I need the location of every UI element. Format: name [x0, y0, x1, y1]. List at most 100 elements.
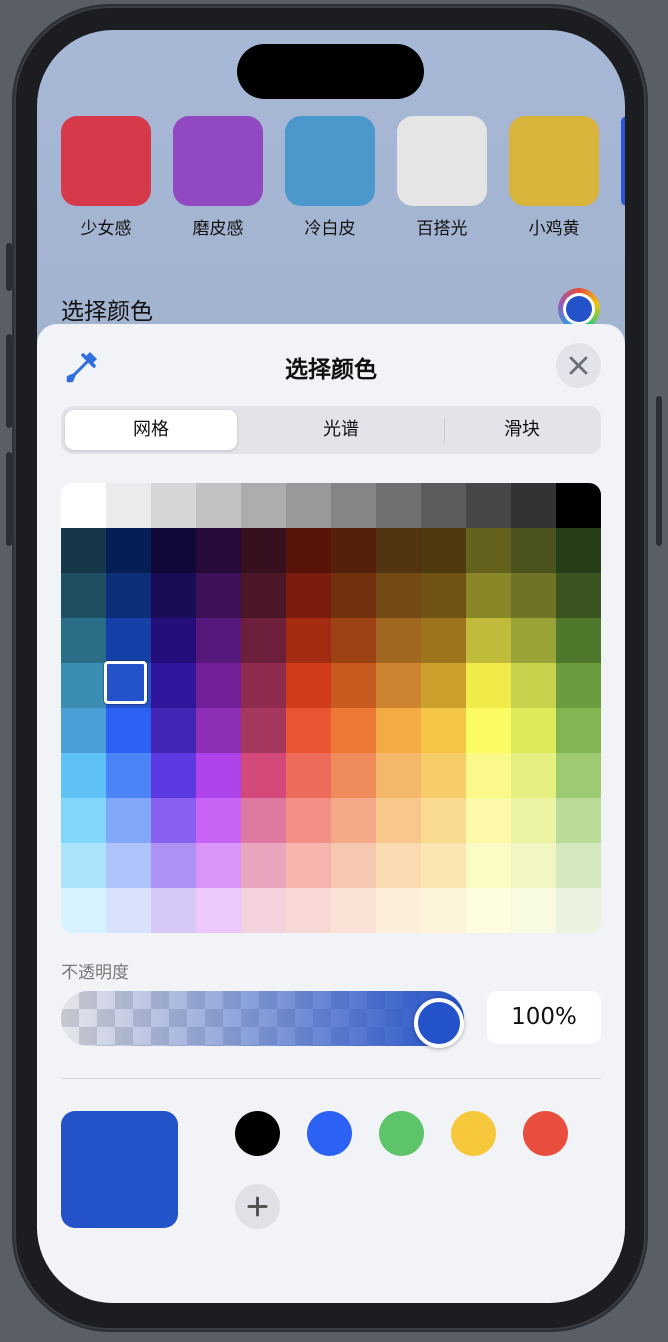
- color-grid-cell[interactable]: [466, 573, 511, 618]
- color-grid-cell[interactable]: [421, 708, 466, 753]
- preset-swatch[interactable]: 小鸡黄: [509, 116, 599, 239]
- color-grid-cell[interactable]: [331, 618, 376, 663]
- color-grid-cell[interactable]: [286, 483, 331, 528]
- color-grid-cell[interactable]: [421, 843, 466, 888]
- color-grid-cell[interactable]: [106, 843, 151, 888]
- power-button[interactable]: [656, 396, 662, 546]
- color-grid-cell[interactable]: [61, 663, 106, 708]
- color-grid-cell[interactable]: [421, 483, 466, 528]
- color-grid-cell[interactable]: [376, 528, 421, 573]
- color-grid-cell[interactable]: [376, 618, 421, 663]
- preset-swatch[interactable]: 百搭光: [397, 116, 487, 239]
- color-grid-cell[interactable]: [466, 708, 511, 753]
- opacity-value-field[interactable]: 100%: [487, 991, 601, 1044]
- color-grid-cell[interactable]: [196, 663, 241, 708]
- color-grid-cell[interactable]: [556, 843, 601, 888]
- color-grid-cell[interactable]: [61, 618, 106, 663]
- close-button[interactable]: [556, 343, 601, 388]
- color-grid-cell[interactable]: [196, 843, 241, 888]
- color-grid-cell[interactable]: [106, 573, 151, 618]
- color-grid-cell[interactable]: [241, 483, 286, 528]
- favorite-swatch[interactable]: [451, 1111, 496, 1156]
- color-grid-cell[interactable]: [151, 528, 196, 573]
- color-grid-cell[interactable]: [331, 888, 376, 933]
- color-grid-cell[interactable]: [376, 573, 421, 618]
- color-grid-cell[interactable]: [241, 888, 286, 933]
- color-grid-cell[interactable]: [421, 798, 466, 843]
- color-grid-cell[interactable]: [466, 618, 511, 663]
- preset-swatch[interactable]: 少女感: [61, 116, 151, 239]
- color-grid-cell[interactable]: [106, 888, 151, 933]
- tab-grid[interactable]: 网格: [65, 410, 237, 450]
- color-grid-cell[interactable]: [556, 528, 601, 573]
- color-grid-cell[interactable]: [376, 888, 421, 933]
- color-grid-cell[interactable]: [556, 798, 601, 843]
- color-grid-cell[interactable]: [61, 753, 106, 798]
- color-grid-cell[interactable]: [331, 843, 376, 888]
- color-grid-cell[interactable]: [511, 798, 556, 843]
- color-grid-cell[interactable]: [421, 753, 466, 798]
- color-grid-cell[interactable]: [61, 708, 106, 753]
- color-grid-cell[interactable]: [556, 708, 601, 753]
- color-grid-cell[interactable]: [196, 798, 241, 843]
- color-grid-cell[interactable]: [286, 753, 331, 798]
- favorite-swatch[interactable]: [523, 1111, 568, 1156]
- color-grid-cell[interactable]: [511, 528, 556, 573]
- favorite-swatch[interactable]: [379, 1111, 424, 1156]
- color-grid-cell[interactable]: [331, 663, 376, 708]
- color-grid-cell[interactable]: [331, 573, 376, 618]
- color-grid-cell[interactable]: [286, 663, 331, 708]
- favorite-swatch[interactable]: [307, 1111, 352, 1156]
- color-grid-cell[interactable]: [151, 483, 196, 528]
- tab-spectrum[interactable]: 光谱: [241, 410, 441, 450]
- color-grid-cell[interactable]: [466, 753, 511, 798]
- color-grid-cell[interactable]: [331, 483, 376, 528]
- color-grid-cell[interactable]: [196, 483, 241, 528]
- color-grid-cell[interactable]: [106, 483, 151, 528]
- color-grid-cell[interactable]: [196, 888, 241, 933]
- opacity-slider-thumb[interactable]: [414, 998, 464, 1048]
- color-grid-cell[interactable]: [511, 483, 556, 528]
- color-grid-cell[interactable]: [286, 843, 331, 888]
- color-grid-cell[interactable]: [241, 708, 286, 753]
- color-grid-cell[interactable]: [556, 663, 601, 708]
- color-grid-cell[interactable]: [331, 798, 376, 843]
- color-grid-cell[interactable]: [376, 753, 421, 798]
- favorite-swatch[interactable]: [235, 1111, 280, 1156]
- color-grid-cell[interactable]: [151, 888, 196, 933]
- color-grid-cell[interactable]: [151, 663, 196, 708]
- color-grid-cell[interactable]: [556, 888, 601, 933]
- action-button[interactable]: [6, 243, 12, 291]
- color-grid-cell[interactable]: [151, 843, 196, 888]
- color-grid-cell[interactable]: [511, 573, 556, 618]
- tab-sliders[interactable]: 滑块: [447, 410, 597, 450]
- color-grid-cell[interactable]: [556, 753, 601, 798]
- color-grid-cell[interactable]: [61, 888, 106, 933]
- color-grid-cell[interactable]: [151, 618, 196, 663]
- color-grid-cell[interactable]: [421, 888, 466, 933]
- color-grid-cell[interactable]: [196, 528, 241, 573]
- color-grid-cell[interactable]: [511, 663, 556, 708]
- color-grid-cell[interactable]: [511, 708, 556, 753]
- color-grid-cell[interactable]: [106, 753, 151, 798]
- color-grid-cell[interactable]: [376, 663, 421, 708]
- color-grid-cell[interactable]: [196, 708, 241, 753]
- preset-swatch-partial[interactable]: [621, 116, 625, 206]
- color-grid-cell[interactable]: [466, 663, 511, 708]
- color-grid-cell[interactable]: [286, 708, 331, 753]
- color-grid-cell[interactable]: [466, 843, 511, 888]
- volume-down-button[interactable]: [6, 452, 12, 546]
- color-grid-cell[interactable]: [61, 843, 106, 888]
- color-grid-cell[interactable]: [241, 843, 286, 888]
- color-grid-cell[interactable]: [196, 753, 241, 798]
- opacity-slider[interactable]: [61, 991, 464, 1046]
- color-grid-cell[interactable]: [106, 708, 151, 753]
- color-grid-cell[interactable]: [151, 573, 196, 618]
- color-grid-cell[interactable]: [106, 798, 151, 843]
- color-grid-cell[interactable]: [61, 528, 106, 573]
- color-grid-cell[interactable]: [421, 573, 466, 618]
- color-grid-cell[interactable]: [556, 483, 601, 528]
- color-grid-cell[interactable]: [286, 528, 331, 573]
- color-grid-cell[interactable]: [421, 618, 466, 663]
- color-grid-cell[interactable]: [466, 888, 511, 933]
